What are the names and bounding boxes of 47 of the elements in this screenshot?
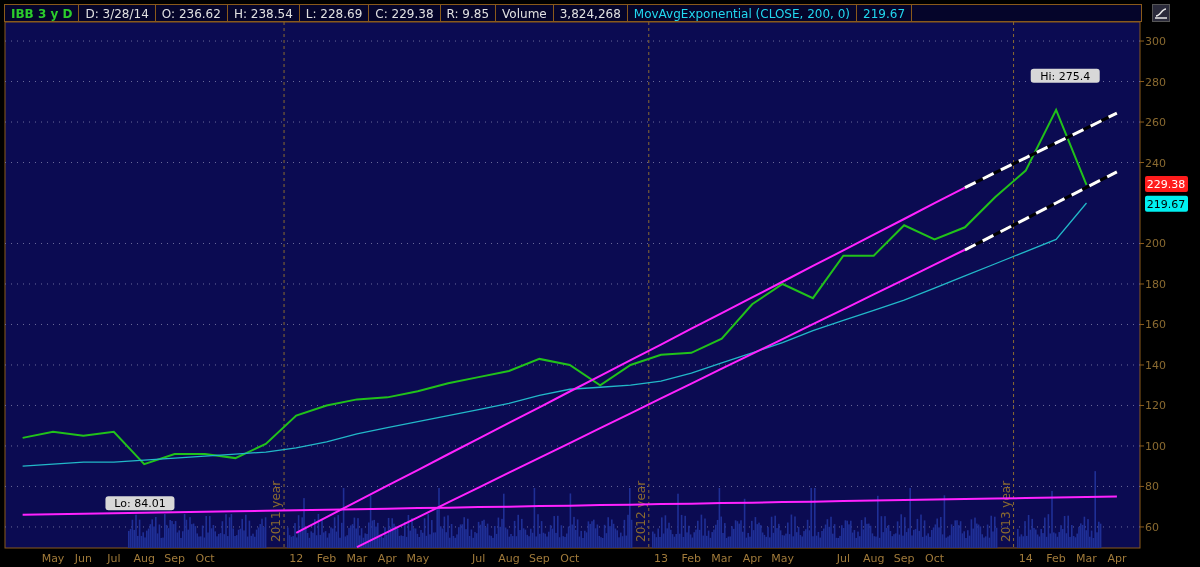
x-tick-label: Jun xyxy=(74,552,92,565)
x-tick-label: Oct xyxy=(560,552,580,565)
y-tick-label: 280 xyxy=(1145,75,1166,89)
price-tag: 229.38 xyxy=(1145,176,1188,192)
y-tick-label: 260 xyxy=(1145,116,1166,129)
x-tick-label: 13 xyxy=(653,552,668,565)
x-tick-label: Feb xyxy=(1046,552,1066,565)
y-tick-label: 300 xyxy=(1145,35,1166,49)
x-tick-label: Sep xyxy=(529,552,550,565)
studies-button[interactable] xyxy=(1152,4,1170,22)
x-tick-label: Mar xyxy=(711,552,733,565)
y-tick-label: 200 xyxy=(1145,237,1166,251)
year-label: 2013 year xyxy=(998,480,1013,542)
x-tick-label: Mar xyxy=(1076,552,1097,565)
y-tick-label: 80 xyxy=(1145,480,1159,494)
x-tick-label: Feb xyxy=(316,552,337,565)
x-tick-label: Jul xyxy=(471,552,486,565)
x-tick-label: 14 xyxy=(1018,552,1033,565)
x-tick-label: Jul xyxy=(836,552,850,565)
x-tick-label: Apr xyxy=(742,552,762,565)
year-label: 2011 year xyxy=(269,480,284,542)
y-tick-label: 120 xyxy=(1145,399,1166,413)
x-tick-label: Feb xyxy=(681,552,702,565)
y-tick-label: 160 xyxy=(1145,318,1166,332)
x-tick-label: Sep xyxy=(893,552,915,565)
curve-icon xyxy=(1154,6,1168,20)
x-tick-label: Aug xyxy=(498,552,520,565)
price-callout: Lo: 84.01 xyxy=(105,496,175,511)
x-tick-label: Oct xyxy=(195,552,215,565)
x-tick-label: Apr xyxy=(377,552,397,565)
x-tick-label: Sep xyxy=(164,552,185,565)
x-tick-label: May xyxy=(41,552,65,565)
y-tick-label: 180 xyxy=(1145,278,1166,291)
price-tag: 219.67 xyxy=(1145,195,1188,212)
x-tick-label: Jul xyxy=(107,552,121,565)
x-tick-label: May xyxy=(771,552,794,565)
x-tick-label: Aug xyxy=(133,552,155,565)
x-tick-label: May xyxy=(406,552,430,565)
y-tick-label: 240 xyxy=(1145,156,1166,170)
y-tick-label: 60 xyxy=(1145,520,1159,534)
y-tick-label: 140 xyxy=(1145,358,1166,372)
x-tick-label: 12 xyxy=(289,552,304,565)
y-tick-label: 100 xyxy=(1145,439,1166,453)
x-tick-label: Mar xyxy=(346,552,368,565)
x-tick-label: Oct xyxy=(925,552,945,565)
x-tick-label: Aug xyxy=(863,552,885,565)
x-tick-label: Apr xyxy=(1107,552,1127,565)
